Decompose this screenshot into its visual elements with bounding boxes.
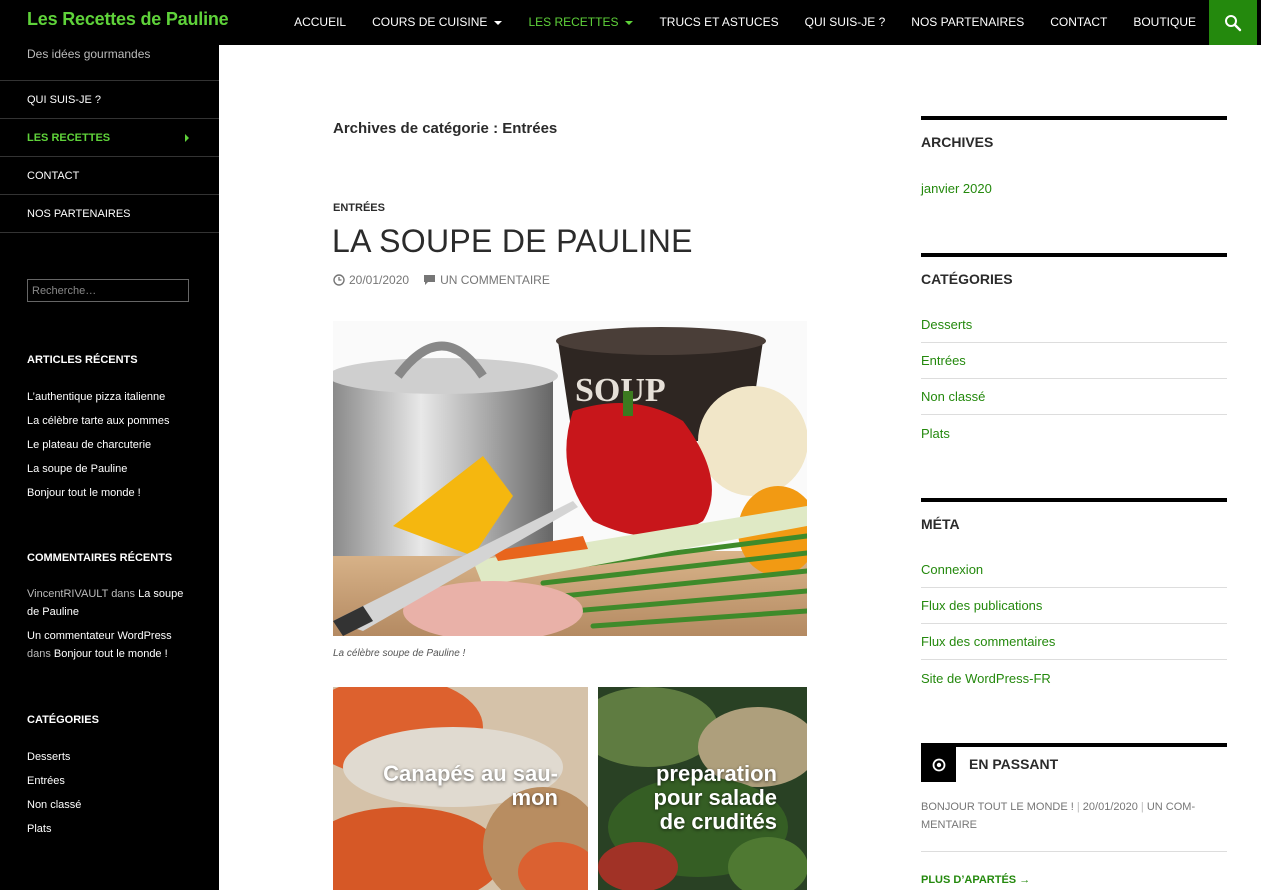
comment-author-link[interactable]: VincentRIVAULT xyxy=(27,588,108,600)
archives-title: ARCHIVES xyxy=(921,134,994,150)
search-input[interactable] xyxy=(27,279,189,302)
recent-posts-list: L’authentique pizza italienne La célèbre… xyxy=(27,385,197,505)
nav-contact[interactable]: CONTACT xyxy=(1037,0,1120,45)
chevron-right-icon xyxy=(185,133,189,142)
categories-list: Desserts Entrées Non classé Plats xyxy=(27,745,197,841)
archive-title: Archives de catégorie : Entrées xyxy=(333,120,558,137)
category-link[interactable]: Entrées xyxy=(27,775,65,787)
sidebar-item-qui-suis-je[interactable]: QUI SUIS-JE ? xyxy=(0,81,219,119)
soup-vegetables-image: SOUP xyxy=(333,321,807,636)
category-link[interactable]: Non classé xyxy=(27,799,81,811)
en-passant-post-link[interactable]: BONJOUR TOUT LE MONDE ! xyxy=(921,801,1074,813)
meta-title: MÉTA xyxy=(921,516,960,532)
nav-cours-de-cuisine[interactable]: COURS DE CUISINE xyxy=(359,0,515,45)
comment-author-link[interactable]: Un commentateur WordPress xyxy=(27,630,172,642)
sidebar-item-nos-partenaires[interactable]: NOS PARTENAIRES xyxy=(0,195,219,233)
nav-boutique[interactable]: BOUTIQUE xyxy=(1120,0,1209,45)
categories-widget: CATÉGORIES xyxy=(921,253,1227,287)
post-meta: 20/01/2020 UN COMMENTAIRE xyxy=(333,273,564,287)
category-link[interactable]: Entrées xyxy=(921,343,1227,379)
nav-qui-suis-je[interactable]: QUI SUIS-JE ? xyxy=(792,0,899,45)
post-tile-salade[interactable]: preparation pour salade de crudités xyxy=(598,687,807,890)
caret-down-icon xyxy=(625,20,634,25)
post-featured-image[interactable]: SOUP xyxy=(333,321,807,636)
meta-link-wordpress-fr[interactable]: Site de WordPress-FR xyxy=(921,660,1227,696)
comment-dans-text: dans xyxy=(111,588,136,600)
recent-post-link[interactable]: Le plateau de charcuterie xyxy=(27,439,151,451)
archives-list: janvier 2020 xyxy=(921,170,1227,206)
category-link[interactable]: Desserts xyxy=(27,751,70,763)
nav-accueil[interactable]: ACCUEIL xyxy=(281,0,359,45)
image-caption: La célèbre soupe de Pauline ! xyxy=(333,648,466,659)
secondary-nav: QUI SUIS-JE ? LES RECETTES CONTACT NOS P… xyxy=(0,80,219,233)
category-link[interactable]: Plats xyxy=(27,823,51,835)
meta-widget: MÉTA xyxy=(921,498,1227,532)
recent-post-link[interactable]: La soupe de Pauline xyxy=(27,463,127,475)
categories-title: CATÉGORIES xyxy=(27,714,99,726)
comment-icon xyxy=(424,275,436,285)
post-comments-link[interactable]: UN COMMENTAIRE xyxy=(440,273,550,287)
post-title[interactable]: LA SOUPE DE PAULINE xyxy=(332,223,693,260)
site-header: Les Recettes de Pauline ACCUEIL COURS DE… xyxy=(0,0,1261,45)
site-title[interactable]: Les Recettes de Pauline xyxy=(27,9,229,30)
en-passant-title: EN PASSANT xyxy=(969,756,1059,772)
recent-comment-item: VincentRIVAULT dans La soupe de Pauline xyxy=(27,585,197,621)
recent-post-link[interactable]: La célèbre tarte aux pommes xyxy=(27,415,169,427)
recent-comment-item: Un commentateur WordPress dans Bonjour t… xyxy=(27,627,197,663)
aside-format-icon xyxy=(921,747,956,782)
recent-posts-title: ARTICLES RÉCENTS xyxy=(27,354,138,366)
recent-post-link[interactable]: L’authentique pizza italienne xyxy=(27,391,165,403)
divider xyxy=(921,851,1227,852)
en-passant-date-link[interactable]: 20/01/2020 xyxy=(1083,801,1138,813)
search-toggle-button[interactable] xyxy=(1209,0,1257,45)
meta-link-flux-publications[interactable]: Flux des publications xyxy=(921,588,1227,624)
nav-trucs-et-astuces[interactable]: TRUCS ET ASTUCES xyxy=(646,0,791,45)
meta-list: Connexion Flux des publications Flux des… xyxy=(921,552,1227,696)
recent-comments-title: COMMENTAIRES RÉCENTS xyxy=(27,552,173,564)
meta-link-connexion[interactable]: Connexion xyxy=(921,552,1227,588)
en-passant-meta: BONJOUR TOUT LE MONDE ! | 20/01/2020 | U… xyxy=(921,801,1196,831)
recent-post-link[interactable]: Bonjour tout le monde ! xyxy=(27,487,141,499)
nav-les-recettes[interactable]: LES RECETTES xyxy=(515,0,646,45)
category-link[interactable]: Non classé xyxy=(921,379,1227,415)
primary-nav: ACCUEIL COURS DE CUISINE LES RECETTES TR… xyxy=(281,0,1209,45)
categories-title: CATÉGORIES xyxy=(921,271,1013,287)
nav-nos-partenaires[interactable]: NOS PARTENAIRES xyxy=(898,0,1037,45)
post-tile-canapes[interactable]: Canapés au sau- mon xyxy=(333,687,588,890)
comment-post-link[interactable]: Bonjour tout le monde ! xyxy=(54,648,168,660)
sidebar-item-contact[interactable]: CONTACT xyxy=(0,157,219,195)
sidebar-item-les-recettes[interactable]: LES RECETTES xyxy=(0,119,219,157)
archives-widget: ARCHIVES xyxy=(921,116,1227,150)
right-categories-list: Desserts Entrées Non classé Plats xyxy=(921,307,1227,451)
more-asides-link[interactable]: PLUS D’APARTÉS → xyxy=(921,874,1030,886)
en-passant-widget: EN PASSANT xyxy=(921,743,1227,782)
comment-dans-text: dans xyxy=(27,648,51,660)
clock-icon xyxy=(333,274,345,286)
search-icon xyxy=(1225,14,1242,31)
category-link[interactable]: Plats xyxy=(921,415,1227,451)
post-category-link[interactable]: ENTRÉES xyxy=(333,202,385,214)
category-link[interactable]: Desserts xyxy=(921,307,1227,343)
tile-title: preparation pour salade de crudités xyxy=(653,761,777,834)
aside-icon xyxy=(932,758,945,771)
left-sidebar: Des idées gourmandes QUI SUIS-JE ? LES R… xyxy=(0,45,219,890)
tile-title: Canapés au sau- mon xyxy=(383,761,558,810)
caret-down-icon xyxy=(494,20,503,25)
post-date-link[interactable]: 20/01/2020 xyxy=(349,273,409,287)
meta-link-flux-commentaires[interactable]: Flux des commentaires xyxy=(921,624,1227,660)
archive-link[interactable]: janvier 2020 xyxy=(921,170,1227,206)
site-tagline: Des idées gourmandes xyxy=(27,47,151,61)
